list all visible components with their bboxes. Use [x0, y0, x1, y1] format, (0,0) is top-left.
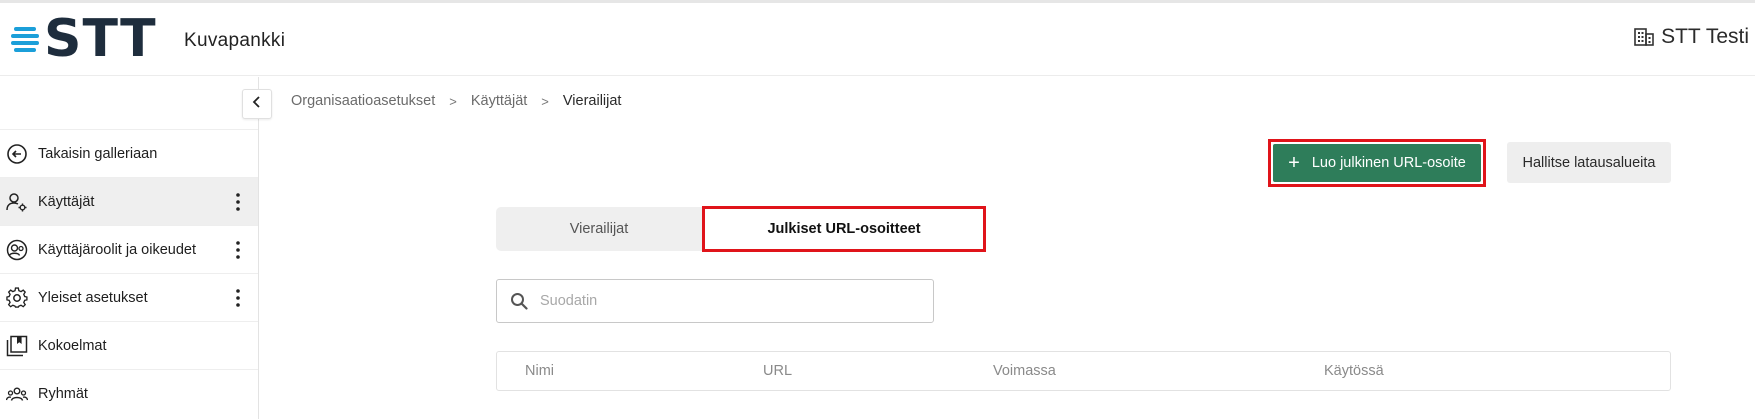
collapse-sidebar-button[interactable] [242, 89, 272, 119]
sidebar-item-general-settings[interactable]: Yleiset asetukset [0, 273, 258, 321]
user-role-icon [6, 239, 28, 261]
sidebar: Takaisin galleriaan Käyttäjät Käyttäjäro… [0, 77, 272, 419]
column-header-in-use[interactable]: Käytössä [1324, 363, 1384, 379]
tab-bar: Vierailijat Julkiset URL-osoitteet [496, 206, 986, 252]
tab-label: Vierailijat [569, 221, 629, 237]
table-header: Nimi URL Voimassa Käytössä [496, 351, 1671, 391]
filter-field[interactable] [496, 279, 934, 323]
user-settings-icon [6, 191, 28, 213]
tab-visitors[interactable]: Vierailijat [496, 207, 702, 251]
create-public-url-label: Luo julkinen URL-osoite [1311, 155, 1466, 171]
logo-mark-icon [10, 26, 42, 52]
building-icon [1634, 27, 1654, 47]
manage-upload-areas-label: Hallitse latausalueita [1522, 154, 1656, 171]
logo-text: STT [44, 9, 157, 69]
group-icon [6, 383, 28, 405]
filter-input[interactable] [540, 293, 920, 309]
column-header-valid[interactable]: Voimassa [993, 363, 1056, 379]
manage-upload-areas-button[interactable]: Hallitse latausalueita [1507, 142, 1671, 183]
collection-icon [6, 335, 28, 357]
chevron-left-icon [250, 95, 264, 114]
sidebar-item-users[interactable]: Käyttäjät [0, 177, 258, 225]
more-vertical-icon[interactable] [226, 286, 250, 310]
arrow-left-circle-icon [6, 143, 28, 165]
app-header: STT Kuvapankki STT Testi [0, 3, 1755, 76]
sidebar-item-back-to-gallery[interactable]: Takaisin galleriaan [0, 129, 258, 177]
breadcrumb-users[interactable]: Käyttäjät [471, 93, 527, 109]
tab-label: Julkiset URL-osoitteet [767, 221, 921, 237]
sidebar-item-label: Yleiset asetukset [38, 289, 148, 306]
organization-name: STT Testi [1661, 25, 1749, 48]
more-vertical-icon[interactable] [226, 238, 250, 262]
more-vertical-icon[interactable] [226, 190, 250, 214]
sidebar-item-label: Takaisin galleriaan [38, 145, 158, 162]
breadcrumb-separator: > [541, 93, 549, 109]
organization-switcher[interactable]: STT Testi [1634, 25, 1749, 49]
stt-logo[interactable]: STT [10, 9, 157, 69]
breadcrumb-organization-settings[interactable]: Organisaatioasetukset [291, 93, 435, 109]
create-public-url-button[interactable]: + Luo julkinen URL-osoite [1273, 144, 1481, 182]
sidebar-item-label: Kokoelmat [38, 337, 107, 354]
sidebar-item-label: Ryhmät [38, 385, 88, 402]
search-icon [510, 291, 530, 311]
column-header-name[interactable]: Nimi [525, 363, 554, 379]
sidebar-item-groups[interactable]: Ryhmät [0, 369, 258, 417]
app-name: Kuvapankki [184, 30, 286, 51]
sidebar-item-collections[interactable]: Kokoelmat [0, 321, 258, 369]
breadcrumb: Organisaatioasetukset > Käyttäjät > Vier… [291, 93, 621, 109]
gear-icon [6, 286, 28, 309]
column-header-url[interactable]: URL [763, 363, 792, 379]
sidebar-item-label: Käyttäjäroolit ja oikeudet [38, 241, 196, 258]
sidebar-item-label: Käyttäjät [38, 193, 95, 210]
plus-icon: + [1288, 152, 1300, 174]
breadcrumb-separator: > [449, 93, 457, 109]
breadcrumb-current-visitors: Vierailijat [562, 93, 622, 109]
sidebar-item-user-roles[interactable]: Käyttäjäroolit ja oikeudet [0, 225, 258, 273]
tab-public-urls[interactable]: Julkiset URL-osoitteet [702, 206, 986, 252]
create-public-url-highlight: + Luo julkinen URL-osoite [1268, 139, 1486, 187]
